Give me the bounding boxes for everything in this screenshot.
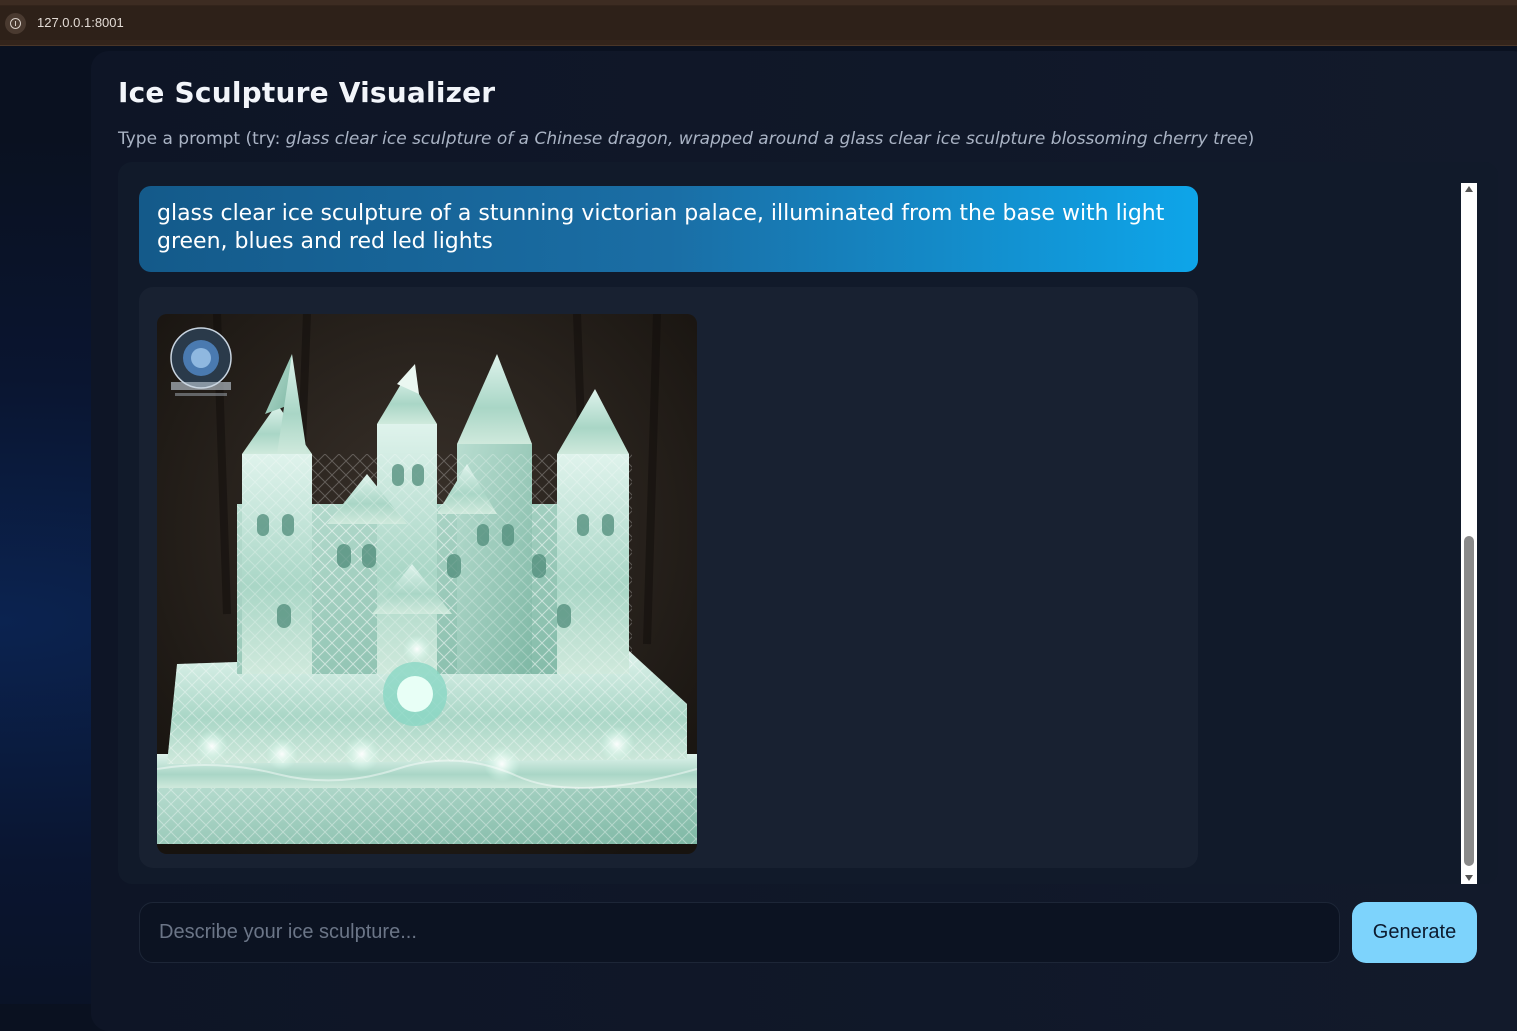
subtitle-suffix: ) (1247, 129, 1255, 149)
url-text[interactable]: 127.0.0.1:8001 (37, 15, 124, 30)
subtitle-example: glass clear ice sculpture of a Chinese d… (285, 129, 1248, 149)
ice-palace-illustration (157, 314, 697, 854)
scroll-down-arrow-icon[interactable] (1465, 875, 1473, 881)
scroll-up-arrow-icon[interactable] (1465, 186, 1473, 192)
chat-scrollbar[interactable] (1461, 183, 1477, 884)
site-info-icon[interactable] (5, 13, 26, 34)
address-bar[interactable] (0, 6, 1517, 40)
page-title: Ice Sculpture Visualizer (118, 76, 496, 109)
browser-toolbar: 127.0.0.1:8001 (0, 0, 1517, 46)
generate-button[interactable]: Generate (1352, 902, 1477, 963)
user-message: glass clear ice sculpture of a stunning … (139, 186, 1198, 272)
subtitle-prefix: Type a prompt (try: (118, 129, 286, 149)
scroll-thumb[interactable] (1464, 536, 1474, 866)
generated-image[interactable] (157, 314, 697, 854)
page-subtitle: Type a prompt (try: glass clear ice scul… (118, 129, 1254, 149)
prompt-input[interactable] (139, 902, 1340, 963)
